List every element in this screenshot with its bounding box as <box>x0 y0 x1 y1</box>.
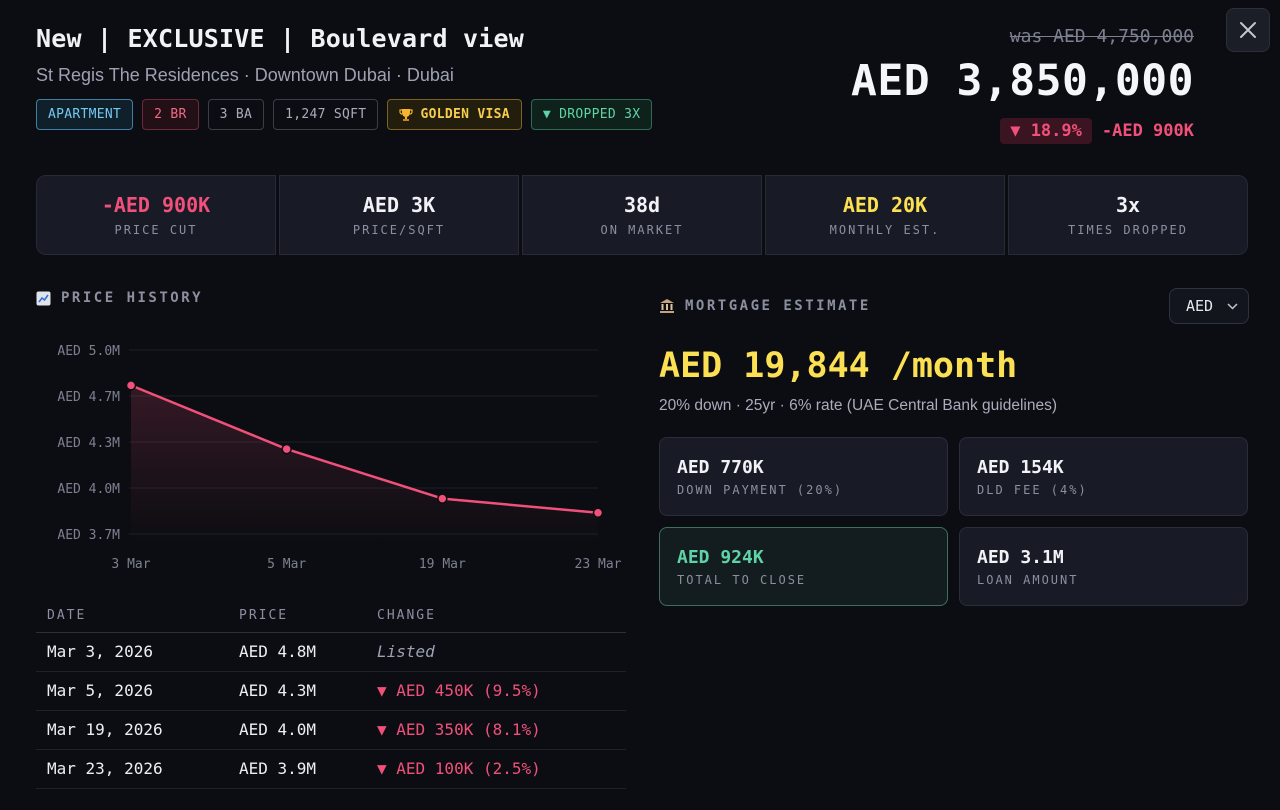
tag-golden-visa: GOLDEN VISA <box>387 99 522 130</box>
tag-bathrooms: 3 BA <box>207 99 265 130</box>
cell-price: AED 4.3M <box>228 671 366 711</box>
monthly-payment: AED 19,844 /month <box>659 346 1018 386</box>
cell-date: Mar 3, 2026 <box>36 632 228 672</box>
stat-label: ON MARKET <box>600 223 684 237</box>
chart-x-tick-label: 19 Mar <box>419 557 466 572</box>
cell-price: AED 4.0M <box>228 710 366 750</box>
tag-list: APARTMENT 2 BR 3 BA 1,247 SQFT GOLDEN VI… <box>36 99 653 130</box>
card-value: AED 154K <box>977 457 1064 478</box>
price-change-amount: -AED 900K <box>1101 121 1194 141</box>
chart-y-tick-label: AED 4.7M <box>57 390 120 405</box>
card-label: TOTAL TO CLOSE <box>677 573 807 587</box>
listing-location: St Regis The Residences · Downtown Dubai… <box>36 65 454 85</box>
tag-bedrooms: 2 BR <box>142 99 199 130</box>
stat-value: AED 3K <box>362 193 436 217</box>
price-change: ▼ 18.9% -AED 900K <box>1000 118 1194 144</box>
price-change-percent: ▼ 18.9% <box>1000 118 1092 144</box>
stat-label: TIMES DROPPED <box>1068 223 1188 237</box>
original-price: was AED 4,750,000 <box>1009 26 1194 47</box>
card-value: AED 924K <box>677 547 764 568</box>
stat-label: MONTHLY EST. <box>829 223 941 237</box>
tag-type: APARTMENT <box>36 99 134 130</box>
tag-golden-visa-label: GOLDEN VISA <box>420 107 510 122</box>
stat-price-cut: -AED 900K PRICE CUT <box>36 175 276 255</box>
card-label: DOWN PAYMENT (20%) <box>677 483 844 497</box>
column-header-change: CHANGE <box>366 600 626 633</box>
cell-change: ▼ AED 450K (9.5%) <box>366 671 626 711</box>
cell-change: ▼ AED 100K (2.5%) <box>366 749 626 789</box>
cell-date: Mar 23, 2026 <box>36 749 228 789</box>
mortgage-terms: 20% down · 25yr · 6% rate (UAE Central B… <box>659 397 1058 414</box>
price-history-table: DATE PRICE CHANGE Mar 3, 2026 AED 4.8M L… <box>36 600 626 789</box>
trophy-icon <box>399 108 414 122</box>
cell-change: ▼ AED 350K (8.1%) <box>366 710 626 750</box>
chart-y-tick-label: AED 4.3M <box>57 436 120 451</box>
stats-strip: -AED 900K PRICE CUT AED 3K PRICE/SQFT 38… <box>36 175 1248 255</box>
chart-x-tick-label: 5 Mar <box>267 557 306 572</box>
stat-on-market: 38d ON MARKET <box>522 175 762 255</box>
stat-label: PRICE CUT <box>114 223 198 237</box>
stat-value: AED 20K <box>842 193 928 217</box>
card-dld-fee: AED 154K DLD FEE (4%) <box>959 437 1248 516</box>
mortgage-heading: MORTGAGE ESTIMATE <box>659 298 871 314</box>
stat-label: PRICE/SQFT <box>352 223 446 237</box>
table-header-row: DATE PRICE CHANGE <box>36 600 626 633</box>
stat-monthly-estimate: AED 20K MONTHLY EST. <box>765 175 1005 255</box>
chart-area-fill <box>131 385 598 542</box>
table-row: Mar 23, 2026 AED 3.9M ▼ AED 100K (2.5%) <box>36 749 626 789</box>
currency-select[interactable]: AED <box>1169 288 1249 324</box>
cell-price: AED 3.9M <box>228 749 366 789</box>
cell-date: Mar 5, 2026 <box>36 671 228 711</box>
cell-price: AED 4.8M <box>228 632 366 672</box>
chart-y-tick-label: AED 4.0M <box>57 482 120 497</box>
cell-date: Mar 19, 2026 <box>36 710 228 750</box>
stat-value: -AED 900K <box>101 193 211 217</box>
chart-y-tick-label: AED 5.0M <box>57 344 120 359</box>
table-row: Mar 3, 2026 AED 4.8M Listed <box>36 632 626 672</box>
card-loan-amount: AED 3.1M LOAN AMOUNT <box>959 527 1248 606</box>
card-value: AED 770K <box>677 457 764 478</box>
price-history-heading: PRICE HISTORY <box>36 290 203 306</box>
chart-y-tick-label: AED 3.7M <box>57 528 120 543</box>
card-down-payment: AED 770K DOWN PAYMENT (20%) <box>659 437 948 516</box>
close-button[interactable] <box>1226 8 1270 52</box>
card-value: AED 3.1M <box>977 547 1064 568</box>
stat-times-dropped: 3x TIMES DROPPED <box>1008 175 1248 255</box>
chevron-down-icon <box>1227 302 1238 310</box>
chart-data-point <box>437 493 448 504</box>
column-header-date: DATE <box>36 600 228 633</box>
price-history-chart: AED 5.0M AED 4.7M AED 4.3M AED 4.0M AED 3.7M… <box>57 344 622 572</box>
bank-icon <box>660 299 674 313</box>
tag-dropped: ▼ DROPPED 3X <box>530 99 653 130</box>
stat-price-per-sqft: AED 3K PRICE/SQFT <box>279 175 519 255</box>
listing-title: New | EXCLUSIVE | Boulevard view <box>36 24 525 53</box>
current-price: AED 3,850,000 <box>850 56 1194 106</box>
table-row: Mar 19, 2026 AED 4.0M ▼ AED 350K (8.1%) <box>36 710 626 750</box>
price-history-title: PRICE HISTORY <box>61 290 204 306</box>
card-label: DLD FEE (4%) <box>977 483 1088 497</box>
table-row: Mar 5, 2026 AED 4.3M ▼ AED 450K (9.5%) <box>36 671 626 711</box>
cell-change: Listed <box>366 632 626 672</box>
stat-value: 3x <box>1115 193 1141 217</box>
chart-icon <box>36 291 51 305</box>
stat-value: 38d <box>623 193 661 217</box>
chart-data-point <box>281 443 292 455</box>
chart-x-tick-label: 3 Mar <box>111 557 150 572</box>
chart-x-tick-label: 23 Mar <box>575 557 622 572</box>
currency-value: AED <box>1186 297 1214 315</box>
close-icon <box>1240 22 1256 38</box>
tag-size: 1,247 SQFT <box>273 99 379 130</box>
column-header-price: PRICE <box>228 600 366 633</box>
chart-data-point <box>125 380 137 391</box>
mortgage-title: MORTGAGE ESTIMATE <box>685 298 871 314</box>
chart-data-point <box>592 507 604 519</box>
card-label: LOAN AMOUNT <box>977 573 1079 587</box>
card-total-to-close: AED 924K TOTAL TO CLOSE <box>659 527 948 606</box>
